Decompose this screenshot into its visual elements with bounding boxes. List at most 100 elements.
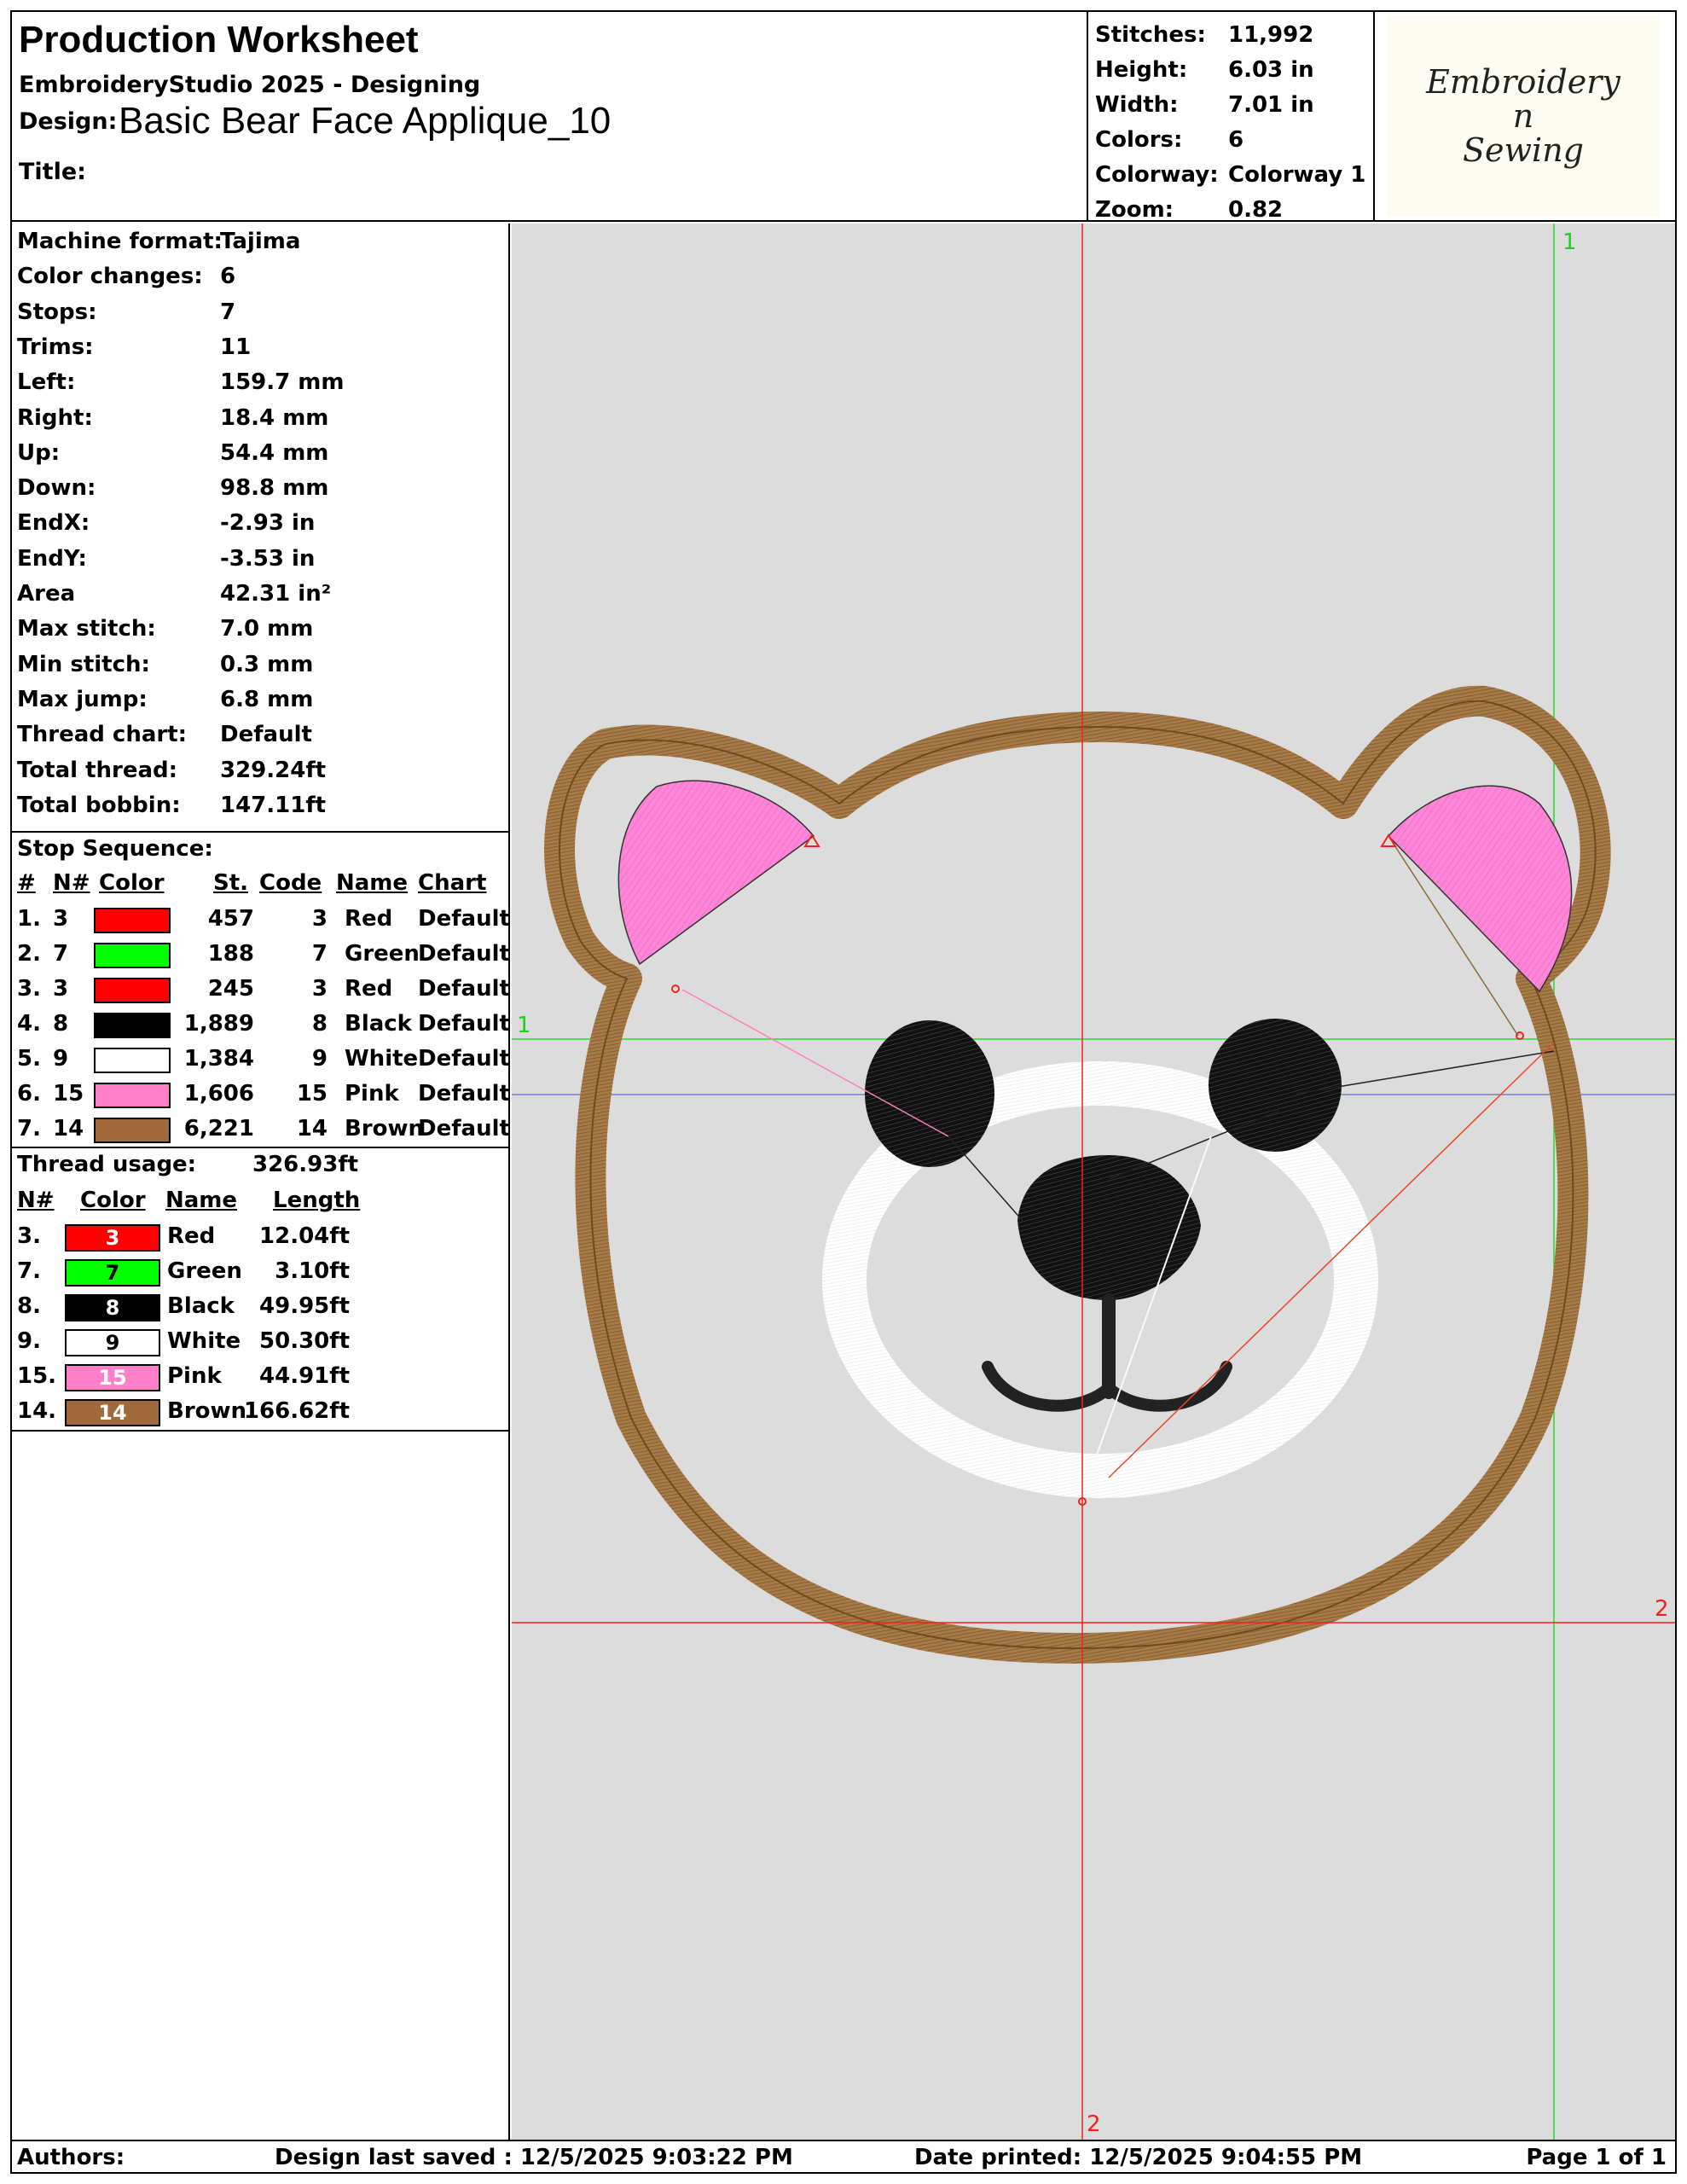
stop-name: Black: [345, 1011, 412, 1037]
info-value: 147.11ft: [220, 792, 327, 818]
info-value: 0.3 mm: [220, 651, 314, 677]
design-last-saved: Design last saved : 12/5/2025 9:03:22 PM: [275, 2145, 793, 2170]
design-preview-canvas: 1 1 2 2: [512, 224, 1675, 2140]
usage-length: 12.04ft: [259, 1223, 350, 1249]
stop-chart: Default: [418, 1081, 510, 1107]
info-label: Trims:: [17, 334, 94, 360]
divider: [12, 1147, 510, 1148]
info-label: EndX:: [17, 510, 90, 537]
col-header-color: Color: [99, 870, 165, 896]
col-header-idx: #: [17, 870, 36, 896]
stop-chart: Default: [418, 1011, 510, 1037]
info-value: 6: [220, 264, 236, 290]
thread-color-swatch: 9: [65, 1329, 160, 1356]
stop-chart: Default: [418, 941, 510, 967]
stop-code: 15: [296, 1081, 328, 1107]
divider: [12, 1430, 510, 1432]
thread-color-swatch: 3: [65, 1224, 160, 1252]
info-value: -3.53 in: [220, 545, 316, 572]
usage-length: 44.91ft: [259, 1363, 350, 1389]
info-value: Default: [220, 722, 312, 748]
info-label: Min stitch:: [17, 651, 150, 677]
page-number: Page 1 of 1: [1526, 2145, 1667, 2170]
thread-color-swatch: [94, 1013, 171, 1038]
usage-num: 8.: [17, 1293, 41, 1319]
worksheet-header: Production Worksheet EmbroideryStudio 20…: [12, 12, 1675, 223]
usage-length: 49.95ft: [259, 1293, 350, 1319]
stop-num: 15: [53, 1081, 84, 1107]
info-value: 98.8 mm: [220, 475, 329, 502]
info-label: Down:: [17, 475, 96, 502]
usage-name: Black: [167, 1293, 235, 1319]
guide-label: 1: [1562, 229, 1577, 255]
stop-st: 245: [207, 976, 254, 1002]
usage-num: 9.: [17, 1328, 41, 1354]
usage-name: White: [167, 1328, 241, 1354]
info-label: Right:: [17, 404, 93, 431]
info-value: 329.24ft: [220, 757, 327, 783]
stop-idx: 7.: [17, 1116, 41, 1141]
stop-name: White: [345, 1046, 419, 1072]
stop-st: 457: [207, 906, 254, 932]
info-value: -2.93 in: [220, 510, 316, 537]
header-design-info: Production Worksheet EmbroideryStudio 20…: [12, 12, 1088, 222]
stop-name: Green: [345, 941, 420, 967]
stop-st: 1,889: [183, 1011, 254, 1037]
col-header-chart: Chart: [418, 870, 487, 896]
thread-color-swatch: [94, 1048, 171, 1073]
info-value: 159.7 mm: [220, 369, 345, 396]
col-header-color: Color: [80, 1188, 146, 1213]
col-header-stitches: St.: [213, 870, 249, 896]
left-ear-pink: [617, 780, 815, 966]
right-ear-pink: [1387, 785, 1573, 993]
usage-name: Green: [167, 1258, 242, 1284]
stop-st: 6,221: [183, 1116, 254, 1141]
stop-code: 3: [311, 976, 328, 1002]
stop-idx: 2.: [17, 941, 41, 967]
info-value: Tajima: [220, 229, 301, 254]
info-label: Machine format:: [17, 229, 223, 254]
authors-label: Authors:: [17, 2145, 125, 2170]
info-label: EndY:: [17, 545, 87, 572]
usage-num: 7.: [17, 1258, 41, 1284]
thread-color-swatch: [94, 908, 171, 933]
stop-st: 188: [207, 941, 254, 967]
title-label: Title:: [19, 159, 86, 185]
design-label: Design:: [19, 108, 118, 135]
design-name: Basic Bear Face Applique_10: [119, 100, 612, 142]
col-header-length: Length: [273, 1188, 361, 1213]
thread-color-swatch: [94, 1118, 171, 1143]
stop-code: 8: [311, 1011, 328, 1037]
info-label: Max stitch:: [17, 616, 156, 642]
stop-idx: 5.: [17, 1046, 41, 1072]
page-title: Production Worksheet: [19, 19, 419, 61]
info-value: 7: [220, 299, 236, 325]
thread-color-swatch: [94, 1083, 171, 1108]
bear-face-design: 1 1 2 2: [512, 224, 1675, 2140]
stop-chart: Default: [418, 1116, 510, 1141]
stop-num: 7: [53, 941, 69, 967]
info-value: 18.4 mm: [220, 404, 329, 431]
stop-code: 9: [311, 1046, 328, 1072]
stop-idx: 6.: [17, 1081, 41, 1107]
col-header-needle: N#: [53, 870, 90, 896]
usage-length: 3.10ft: [275, 1258, 350, 1284]
end-marker: [671, 985, 680, 993]
stop-code: 14: [296, 1116, 328, 1141]
info-value: 7.0 mm: [220, 616, 314, 642]
stop-name: Red: [345, 906, 393, 932]
stop-idx: 4.: [17, 1011, 41, 1037]
col-header-name: Name: [165, 1188, 238, 1213]
info-label: Max jump:: [17, 686, 148, 712]
info-label: Up:: [17, 439, 61, 466]
info-label: Thread chart:: [17, 722, 188, 748]
stop-chart: Default: [418, 976, 510, 1002]
left-eye: [865, 1020, 994, 1167]
usage-length: 166.62ft: [243, 1398, 350, 1424]
worksheet-footer: Authors: Design last saved : 12/5/2025 9…: [12, 2140, 1675, 2172]
stop-num: 14: [53, 1116, 84, 1141]
stop-code: 3: [311, 906, 328, 932]
info-label: Area: [17, 581, 76, 607]
usage-name: Brown: [167, 1398, 247, 1424]
stop-num: 3: [53, 906, 69, 932]
